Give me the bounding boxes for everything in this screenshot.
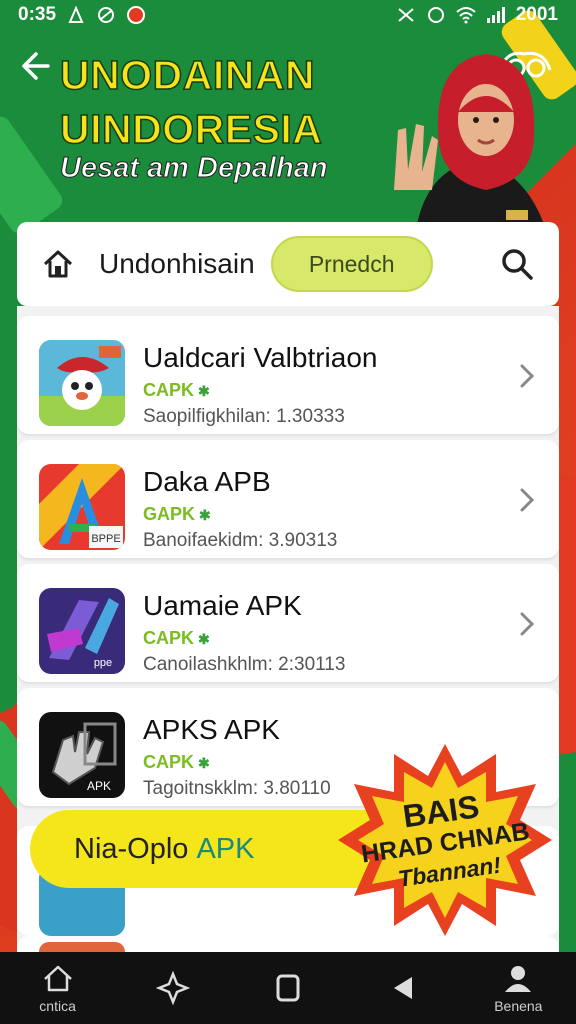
- svg-text:ppe: ppe: [94, 657, 112, 669]
- wifi-icon: [456, 7, 476, 24]
- nav-label: cntica: [39, 998, 76, 1014]
- page-title-line2: UINDORESIA: [59, 105, 323, 153]
- nav-home[interactable]: cntica: [13, 952, 103, 1024]
- app-tag: CAPK ✱: [143, 380, 210, 400]
- app-meta: Tagoitnskklm: 3.80110: [143, 778, 331, 799]
- star-icon: ✱: [198, 383, 210, 399]
- signal-icon: [486, 7, 505, 23]
- list-item[interactable]: BPPE Daka APB GAPK ✱ Banoifaekidm: 3.9031…: [17, 440, 559, 558]
- apk-icon-hand: APK: [39, 712, 125, 798]
- filter-pill-button[interactable]: Prnedch: [270, 236, 433, 292]
- app-name: Daka APB: [143, 466, 271, 497]
- list-item[interactable]: Ualdcari Valbtriaon CAPK ✱ Saopilfigkhila…: [17, 316, 559, 434]
- link-icon: [98, 7, 115, 23]
- chevron-right-icon[interactable]: [517, 610, 537, 638]
- apk-icon-purple: ppe: [39, 588, 125, 674]
- nav-back[interactable]: [358, 952, 448, 1024]
- app-tag: CAPK ✱: [143, 628, 210, 648]
- square-icon: [276, 974, 300, 1002]
- app-tag: CAPK ✱: [143, 752, 210, 772]
- notification-icon: [68, 6, 84, 23]
- list-item[interactable]: ppe Uamaie APK CAPK ✱ Canoilashkhlm: 2:30…: [17, 564, 559, 682]
- alert-icon: [127, 6, 146, 24]
- back-triangle-icon: [394, 977, 413, 999]
- app-name: APKS APK: [143, 714, 280, 745]
- page-subtitle: Uesat am Depalhan: [60, 152, 329, 185]
- app-meta: Banoifaekidm: 3.90313: [143, 530, 338, 551]
- app-name: Uamaie APK: [143, 590, 302, 621]
- bottom-navigation: cntica Benena: [0, 952, 576, 1024]
- search-icon[interactable]: [499, 246, 535, 282]
- cta-accent-label: APK: [196, 832, 255, 865]
- nav-label: Benena: [494, 998, 543, 1014]
- apk-icon-colorful: BPPE: [39, 464, 125, 550]
- search-bar: Undonhisain Prnedch: [17, 222, 559, 306]
- app-name: Ualdcari Valbtriaon: [143, 342, 378, 373]
- person-icon: [505, 966, 532, 992]
- nav-square[interactable]: [243, 952, 333, 1024]
- star-icon: ✱: [199, 507, 211, 523]
- chevron-right-icon[interactable]: [517, 486, 537, 514]
- nav-sparkle[interactable]: [128, 952, 218, 1024]
- nav-profile[interactable]: Benena: [473, 952, 563, 1024]
- apk-icon-chef: [39, 340, 125, 426]
- chevron-right-icon[interactable]: [517, 362, 537, 390]
- mute-icon: [398, 8, 414, 22]
- app-meta: Canoilashkhlm: 2:30113: [143, 654, 346, 675]
- status-time: 0:35: [18, 4, 57, 25]
- home-icon[interactable]: [41, 247, 75, 281]
- page-title: UNODAINAN: [59, 51, 316, 99]
- home-icon: [43, 965, 72, 992]
- sparkle-icon: [155, 971, 190, 1005]
- svg-text:APK: APK: [87, 779, 111, 793]
- star-icon: ✱: [198, 755, 210, 771]
- battery-level: 2001: [515, 4, 558, 25]
- app-meta: Saopilfigkhilan: 1.30333: [143, 406, 345, 427]
- presenter-illustration: [394, 54, 546, 230]
- category-label[interactable]: Undonhisain: [99, 248, 255, 280]
- svg-text:BPPE: BPPE: [91, 533, 120, 545]
- cta-label: Nia-Oplo: [74, 832, 189, 865]
- back-arrow-icon[interactable]: [16, 48, 52, 84]
- app-tag: GAPK ✱: [143, 504, 211, 524]
- apk-icon: [39, 942, 125, 952]
- promo-badge-text: BAIS HRAD CHNAB Tbannan!: [336, 740, 554, 940]
- status-bar: 0:35 2001: [0, 0, 576, 30]
- sync-icon: [427, 7, 444, 23]
- star-icon: ✱: [198, 631, 210, 647]
